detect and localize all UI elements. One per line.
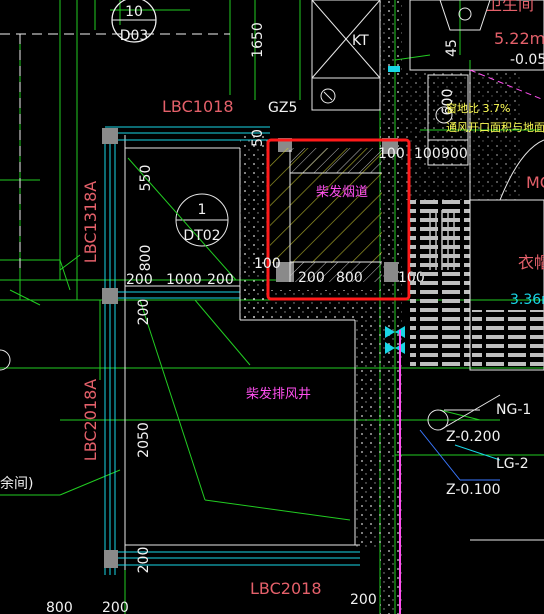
toilet-label: 卫生间: [486, 0, 534, 14]
dim-800-bottom: 800: [46, 600, 73, 614]
cad-drawing-canvas: 10 D03 1650 KT 卫生间 5.22m2 -0.05 45 600 窗…: [0, 0, 544, 614]
toilet-fixture: [439, 0, 491, 31]
dim-550: 550: [138, 165, 154, 192]
label-lbc1018: LBC1018: [162, 97, 234, 116]
shaft-wall-dots-right: [355, 320, 380, 550]
dim-200-bottom2: 200: [102, 600, 129, 614]
dim-100-mid: 100: [414, 146, 441, 162]
dim-800-vertical: 800: [138, 245, 154, 272]
dim-1000: 1000: [166, 272, 202, 288]
grid-bubble-code: D03: [120, 28, 149, 44]
cloakroom-shelves: [472, 310, 544, 370]
label-lbc1318a: LBC1318A: [81, 181, 100, 264]
cloakroom-area: 3.36m: [510, 292, 544, 308]
cloakroom-label: 衣帽间: [518, 253, 544, 272]
label-gz5: GZ5: [268, 100, 297, 116]
vent-wall: [402, 70, 520, 200]
dim-2050: 2050: [136, 422, 152, 458]
slat-panel: [410, 200, 470, 370]
vent-note-2: 通风开口面积与地面比1/20: [446, 121, 544, 134]
detail-circle: [0, 349, 11, 371]
grid-bubble-number: 10: [125, 4, 143, 20]
dim-45: 45: [444, 39, 460, 57]
toilet-area: 5.22m2: [494, 29, 544, 48]
elevator-number: 1: [198, 202, 207, 218]
vent-note-1: 窗地比 3.7%: [446, 101, 510, 115]
dim-200-a: 200: [126, 272, 153, 288]
dim-200-b: 200: [207, 272, 234, 288]
pipe-lg2: LG-2: [496, 456, 529, 472]
flue-wall-dots-bottom: [240, 290, 380, 320]
kt-shaft: [311, 0, 381, 111]
flue-label: 柴发烟道: [316, 184, 368, 200]
dim-50: 50: [250, 129, 266, 147]
dim-200-vertical: 200: [136, 299, 152, 326]
aux-room-label: 余间): [0, 475, 33, 492]
pipe-ng1: NG-1: [496, 402, 531, 418]
dim-100-top: 100: [378, 146, 405, 162]
dim-100-left: 100: [254, 256, 281, 272]
kt-label: KT: [352, 33, 369, 49]
mc-label: MC: [526, 173, 544, 192]
elevator-code: DT02: [183, 228, 220, 244]
dim-200-c: 200: [298, 270, 325, 286]
toilet-level: -0.05: [510, 52, 544, 68]
exhaust-shaft-label: 柴发排风井: [246, 386, 311, 402]
dim-800-horizontal: 800: [336, 270, 363, 286]
label-lbc2018a: LBC2018A: [81, 379, 100, 462]
dim-200-bottom: 200: [136, 547, 152, 574]
dim-900: 900: [441, 146, 468, 162]
dim-1650: 1650: [250, 22, 266, 58]
label-lbc2018: LBC2018: [250, 579, 322, 598]
dim-200-bottom3: 200: [350, 592, 377, 608]
diesel-flue: [270, 148, 382, 282]
pipe-elev-2: Z-0.100: [446, 482, 500, 498]
masonry-wall-top: [380, 0, 402, 614]
grid-bubble-10: 10 D03: [111, 0, 157, 44]
pipe-elev-1: Z-0.200: [446, 429, 500, 445]
